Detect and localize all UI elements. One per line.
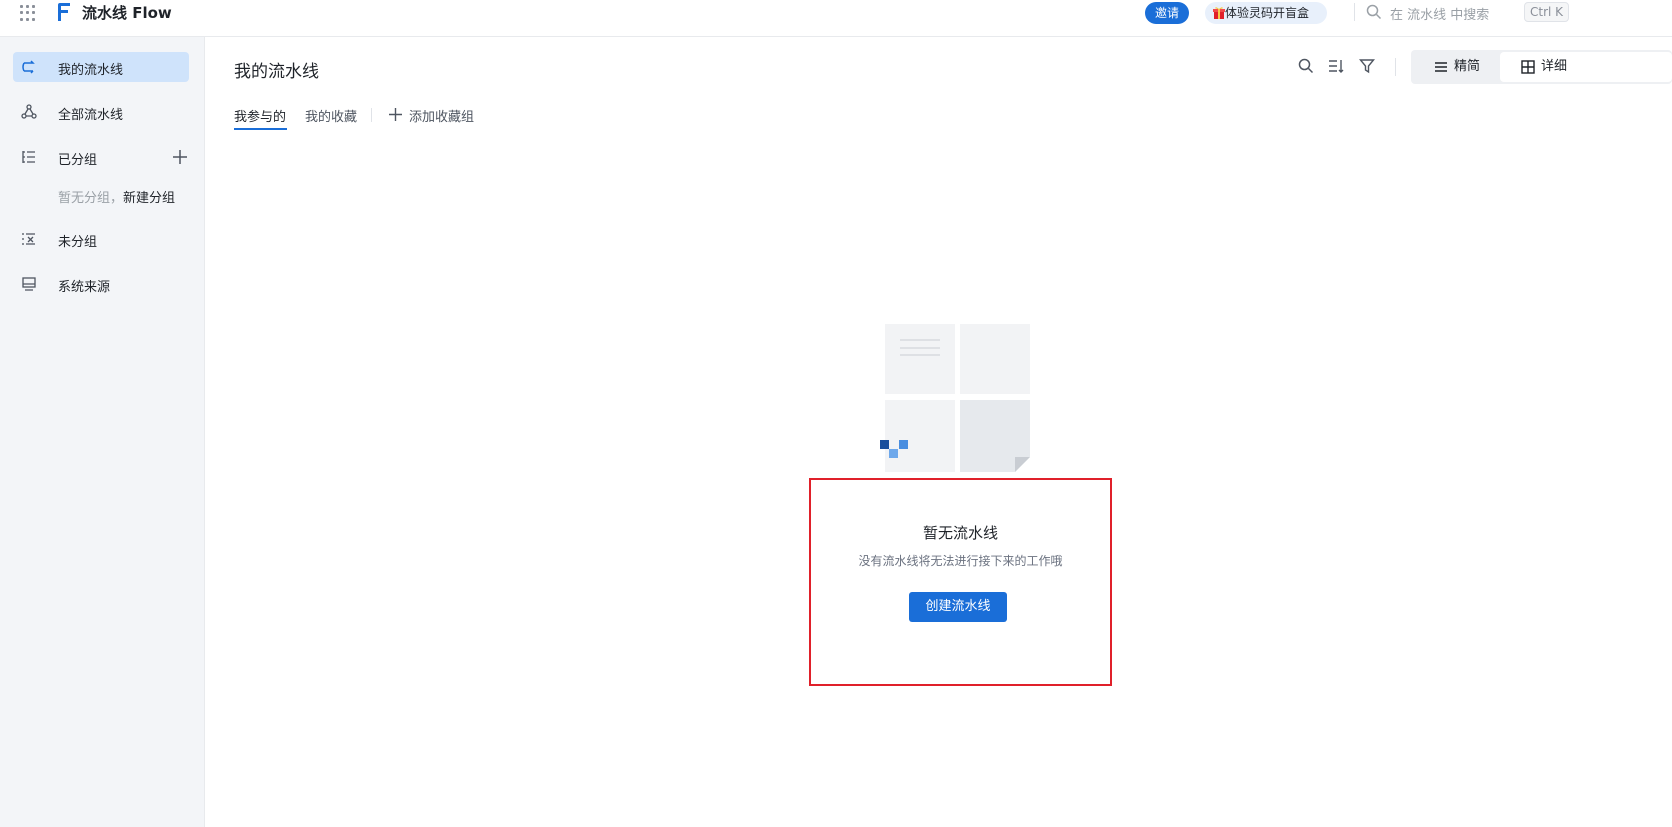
tab-participated[interactable]: 我参与的 bbox=[234, 106, 286, 125]
blind-box-label: 体验灵码开盲盒 bbox=[1225, 6, 1310, 20]
sidebar: 我的流水线 全部流水线 已分组 暂无分组，新建分组 未分组 系统来源 bbox=[0, 37, 205, 827]
empty-group-hint: 暂无分组，新建分组 bbox=[58, 187, 175, 206]
sidebar-item-my-pipelines[interactable]: 我的流水线 bbox=[13, 52, 189, 82]
create-pipeline-button[interactable]: 创建流水线 bbox=[909, 592, 1007, 622]
monitor-icon bbox=[22, 277, 36, 291]
list-icon bbox=[1435, 62, 1447, 72]
view-compact-button[interactable]: 精简 bbox=[1431, 52, 1499, 82]
blind-box-button[interactable]: 体验灵码开盲盒 bbox=[1205, 2, 1328, 24]
sidebar-item-system-source[interactable]: 系统来源 bbox=[13, 269, 189, 299]
filter-icon[interactable] bbox=[1359, 58, 1375, 74]
search-icon[interactable] bbox=[1298, 58, 1314, 74]
nodes-icon bbox=[21, 104, 37, 119]
empty-state-title: 暂无流水线 bbox=[922, 524, 998, 542]
sidebar-item-grouped[interactable]: 已分组 bbox=[13, 142, 189, 172]
invite-button[interactable]: 邀请 bbox=[1145, 2, 1190, 24]
search-icon bbox=[1366, 4, 1382, 20]
pipeline-icon bbox=[22, 60, 35, 74]
empty-state-illustration bbox=[880, 324, 1030, 472]
plus-icon bbox=[389, 108, 402, 121]
view-mode-toggle: 精简 详细 bbox=[1411, 50, 1672, 84]
gift-icon bbox=[1213, 7, 1225, 19]
view-compact-label: 精简 bbox=[1454, 59, 1481, 74]
top-bar: 流水线 Flow 邀请 体验灵码开盲盒 在 流水线 中搜索 Ctrl K bbox=[0, 0, 1672, 37]
sidebar-item-label: 全部流水线 bbox=[58, 108, 124, 123]
empty-state-panel: 暂无流水线 没有流水线将无法进行接下来的工作哦 创建流水线 bbox=[809, 478, 1112, 686]
sidebar-item-ungrouped[interactable]: 未分组 bbox=[13, 224, 189, 254]
new-group-link[interactable]: 新建分组 bbox=[123, 191, 175, 206]
sidebar-item-label: 系统来源 bbox=[58, 280, 111, 295]
sort-icon[interactable] bbox=[1328, 58, 1344, 74]
ungrouped-icon bbox=[22, 233, 35, 245]
add-favorite-group-label: 添加收藏组 bbox=[409, 110, 475, 125]
shortcut-hint: Ctrl K bbox=[1524, 2, 1570, 22]
view-detailed-button[interactable]: 详细 bbox=[1500, 52, 1672, 82]
grid-icon bbox=[1521, 60, 1535, 74]
add-group-plus-icon[interactable] bbox=[172, 149, 188, 165]
brand-name: 流水线 Flow bbox=[82, 4, 172, 22]
app-grid-icon[interactable] bbox=[20, 5, 36, 21]
tab-favorites[interactable]: 我的收藏 bbox=[305, 106, 357, 125]
divider bbox=[371, 108, 372, 122]
empty-group-text: 暂无分组， bbox=[58, 191, 124, 206]
empty-state-description: 没有流水线将无法进行接下来的工作哦 bbox=[858, 554, 1063, 568]
view-detailed-label: 详细 bbox=[1541, 59, 1568, 74]
list-tree-icon bbox=[22, 151, 35, 163]
divider bbox=[1395, 58, 1396, 76]
sidebar-item-label: 未分组 bbox=[58, 235, 98, 250]
page-title: 我的流水线 bbox=[234, 62, 319, 82]
divider bbox=[1354, 3, 1355, 21]
flow-logo-icon bbox=[58, 3, 70, 21]
search-placeholder: 在 流水线 中搜索 bbox=[1390, 8, 1490, 23]
sidebar-item-label: 已分组 bbox=[58, 153, 98, 168]
sidebar-item-all-pipelines[interactable]: 全部流水线 bbox=[13, 97, 189, 127]
active-tab-indicator bbox=[234, 128, 287, 130]
sidebar-item-label: 我的流水线 bbox=[58, 63, 124, 78]
